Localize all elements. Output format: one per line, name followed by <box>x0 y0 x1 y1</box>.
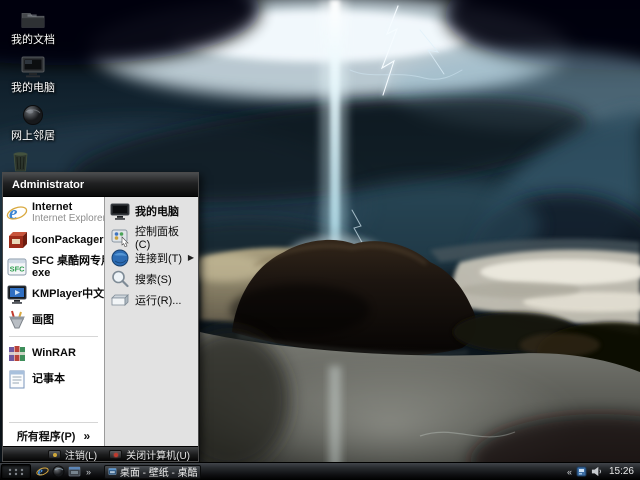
notepad-icon <box>6 368 28 390</box>
desktop-icon-network-places[interactable]: 网上邻居 <box>4 102 62 148</box>
power-icon <box>109 449 123 459</box>
start-menu: Administrator e Internet Internet Explor… <box>2 172 199 462</box>
start-menu-item-connect-to[interactable]: 连接到(T) ▶ <box>105 247 198 268</box>
log-off-icon <box>47 449 61 459</box>
control-panel-icon <box>110 227 130 247</box>
item-title: IconPackager <box>32 234 104 246</box>
start-menu-user-name: Administrator <box>12 178 85 191</box>
start-menu-item-my-computer[interactable]: 我的电脑 <box>105 200 198 222</box>
start-menu-item-winrar[interactable]: WinRAR <box>3 340 104 366</box>
start-menu-separator <box>9 336 98 337</box>
quick-launch-window-app-icon[interactable] <box>68 465 81 478</box>
desktop-icon-label: 网上邻居 <box>11 130 55 142</box>
winrar-icon <box>6 342 28 364</box>
desktop-icon-label: 我的电脑 <box>11 82 55 94</box>
paint-icon <box>6 309 28 331</box>
start-menu-right-column: 我的电脑 控制面板(C) 连接到(T) ▶ 搜索(S) 运行(R)... <box>104 197 198 446</box>
tray-expand-chevron[interactable]: « <box>567 467 572 477</box>
item-title: KMPlayer中文版 <box>32 288 116 300</box>
sfc-app-icon: SFC <box>6 256 28 278</box>
quick-launch-bar: e » <box>33 465 96 478</box>
start-menu-item-iconpackager[interactable]: IconPackager <box>3 227 104 253</box>
item-title: WinRAR <box>32 347 76 359</box>
turn-off-computer-button[interactable]: 关闭计算机(U) <box>109 447 190 462</box>
item-label: 运行(R)... <box>135 294 182 307</box>
start-menu-separator <box>9 422 98 423</box>
desktop-icon-my-documents[interactable]: 我的文档 <box>4 6 62 52</box>
start-menu-item-internet-explorer[interactable]: e Internet Internet Explorer <box>3 199 106 227</box>
desktop-icon-label: 我的文档 <box>11 34 55 46</box>
item-title: 画图 <box>32 314 54 326</box>
internet-explorer-icon: e <box>6 202 28 224</box>
task-button-label: 桌面 - 壁纸 - 桌酷壁... <box>119 468 198 479</box>
start-menu-item-notepad[interactable]: 记事本 <box>3 366 104 392</box>
quick-launch-internet-explorer-icon[interactable]: e <box>36 465 49 478</box>
svg-text:e: e <box>38 466 43 478</box>
item-title: SFC 桌酷网专用版. <box>32 255 127 267</box>
start-menu-item-paint[interactable]: 画图 <box>3 307 104 333</box>
start-menu-item-search[interactable]: 搜索(S) <box>105 268 198 289</box>
desktop-icon-list: 我的文档 我的电脑 网上邻居 <box>4 6 62 150</box>
kmplayer-icon <box>6 283 28 305</box>
item-title-line2: exe <box>32 267 51 279</box>
quick-launch-show-desktop-icon[interactable] <box>52 465 65 478</box>
svg-text:SFC: SFC <box>10 265 26 274</box>
log-off-button[interactable]: 注销(L) <box>47 447 98 462</box>
network-globe-icon <box>4 102 62 126</box>
volume-speaker-icon[interactable] <box>591 466 602 477</box>
start-menu-item-run[interactable]: 运行(R)... <box>105 289 198 310</box>
item-title: 记事本 <box>32 373 65 385</box>
item-label: 我的电脑 <box>135 206 179 218</box>
task-window-icon <box>108 468 117 475</box>
computer-icon <box>4 54 62 78</box>
taskbar: e » 桌面 - 壁纸 - 桌酷 « 15:26 <box>0 462 640 480</box>
start-menu-left-column: e Internet Internet Explorer IconPackage… <box>3 197 127 446</box>
iconpackager-icon <box>6 229 28 251</box>
all-programs-label: 所有程序(P) <box>16 431 76 443</box>
desktop: 我的文档 我的电脑 网上邻居 Administrator e Internet … <box>0 0 640 480</box>
all-programs-button[interactable]: 所有程序(P) » <box>3 426 104 446</box>
tray-program-icon[interactable] <box>576 466 587 477</box>
connect-to-globe-icon <box>110 248 130 268</box>
start-button-grid-icon <box>8 468 24 475</box>
all-programs-arrow-icon: » <box>83 429 91 443</box>
system-tray: « 15:26 <box>567 466 640 477</box>
item-label: 连接到(T) <box>135 252 183 265</box>
start-menu-item-sfc-exe[interactable]: SFC SFC 桌酷网专用版. exe <box>3 253 127 281</box>
taskbar-task-button[interactable]: 桌面 - 壁纸 - 桌酷壁... <box>104 464 202 479</box>
start-menu-footer: 注销(L) 关闭计算机(U) <box>3 446 198 462</box>
item-label: 搜索(S) <box>135 273 172 286</box>
svg-text:e: e <box>9 203 18 224</box>
taskbar-clock[interactable]: 15:26 <box>609 466 634 477</box>
folder-documents-icon <box>4 6 62 30</box>
start-menu-user-banner: Administrator <box>3 173 198 197</box>
log-off-label: 注销(L) <box>64 450 98 462</box>
start-menu-item-control-panel[interactable]: 控制面板(C) <box>105 226 198 251</box>
search-icon <box>110 269 130 289</box>
turn-off-label: 关闭计算机(U) <box>126 450 190 462</box>
my-computer-icon <box>110 201 130 221</box>
item-subtitle: Internet Explorer <box>32 213 106 224</box>
start-menu-item-kmplayer[interactable]: KMPlayer中文版 <box>3 281 116 307</box>
quick-launch-overflow-chevron[interactable]: » <box>84 467 93 477</box>
item-title: Internet <box>32 201 73 213</box>
run-icon <box>110 290 130 310</box>
desktop-icon-my-computer[interactable]: 我的电脑 <box>4 54 62 100</box>
submenu-arrow-icon: ▶ <box>187 253 194 262</box>
start-button[interactable] <box>1 464 31 479</box>
